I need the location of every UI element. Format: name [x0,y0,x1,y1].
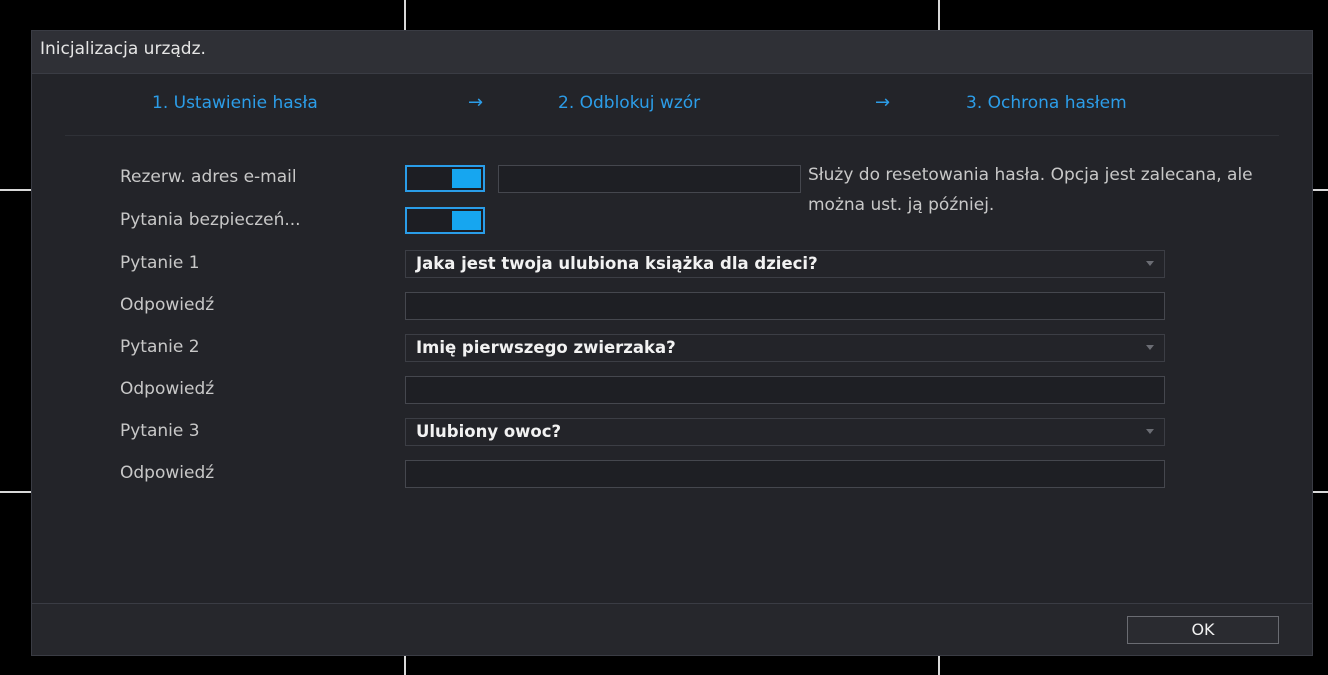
question-1-select[interactable]: Jaka jest twoja ulubiona książka dla dzi… [405,250,1165,278]
footer-divider [32,603,1312,604]
email-hint: Służy do resetowania hasła. Opcja jest z… [808,165,1253,215]
grid-line [938,0,940,30]
email-toggle[interactable] [405,165,485,192]
chevron-down-icon [1146,345,1154,350]
grid-line [0,189,31,191]
chevron-down-icon [1146,261,1154,266]
answer-3-input[interactable] [405,460,1165,488]
question-2-label: Pytanie 2 [120,337,200,357]
toggle-knob [452,211,481,230]
question-1-value: Jaka jest twoja ulubiona książka dla dzi… [416,254,818,273]
footer [32,604,1312,655]
email-label: Rezerw. adres e-mail [120,167,297,187]
grid-line [938,656,940,675]
grid-line [404,0,406,30]
toggle-knob [452,169,481,188]
email-input[interactable] [498,165,801,193]
grid-line [1313,189,1328,191]
arrow-right-icon: → [875,92,891,113]
answer-3-label: Odpowiedź [120,463,215,483]
dialog-title: Inicjalizacja urządz. [40,39,206,59]
init-dialog: Inicjalizacja urządz. 1. Ustawienie hasł… [31,30,1313,656]
grid-line [0,491,31,493]
grid-line [1313,491,1328,493]
security-questions-label: Pytania bezpieczeń... [120,210,301,230]
step-password-protection: 3. Ochrona hasłem [966,93,1127,113]
wizard-steps: 1. Ustawienie hasła → 2. Odblokuj wzór →… [32,92,1312,117]
question-2-value: Imię pierwszego zwierzaka? [416,338,676,357]
step-unlock-pattern: 2. Odblokuj wzór [558,93,701,113]
question-1-label: Pytanie 1 [120,253,200,273]
answer-1-label: Odpowiedź [120,295,215,315]
question-3-value: Ulubiony owoc? [416,422,562,441]
security-questions-toggle[interactable] [405,207,485,234]
chevron-down-icon [1146,429,1154,434]
arrow-right-icon: → [468,92,484,113]
step-password-setup: 1. Ustawienie hasła [152,93,318,113]
question-3-label: Pytanie 3 [120,421,200,441]
question-2-select[interactable]: Imię pierwszego zwierzaka? [405,334,1165,362]
answer-1-input[interactable] [405,292,1165,320]
divider [65,135,1279,136]
answer-2-input[interactable] [405,376,1165,404]
ok-button[interactable]: OK [1127,616,1279,644]
title-bar: Inicjalizacja urządz. [32,31,1312,74]
question-3-select[interactable]: Ulubiony owoc? [405,418,1165,446]
answer-2-label: Odpowiedź [120,379,215,399]
grid-line [404,656,406,675]
